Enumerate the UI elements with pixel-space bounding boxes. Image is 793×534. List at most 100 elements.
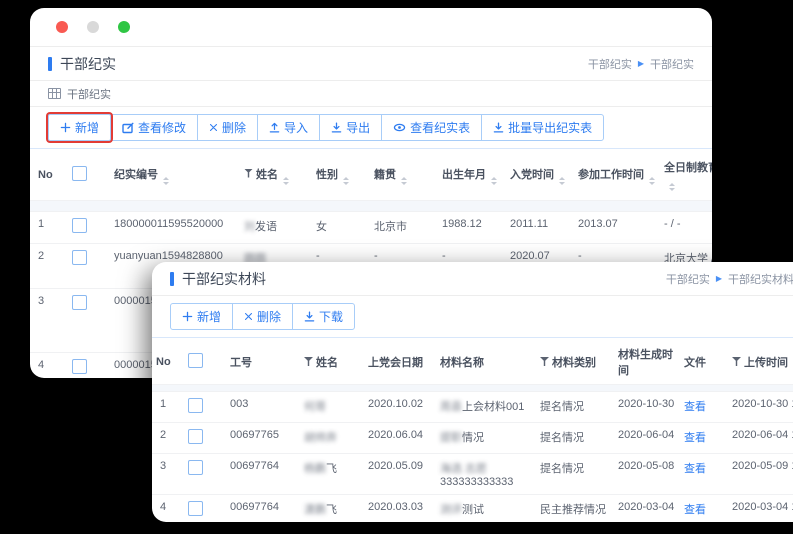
plus-button[interactable]: 新增 [48, 114, 111, 141]
sort-carets-icon[interactable] [283, 177, 289, 185]
column-label: 全日制教育 [664, 162, 712, 174]
column-header-birth-date[interactable]: 出生年月 [438, 149, 506, 201]
cell-material-type: 提名情况 [536, 392, 614, 423]
close-button[interactable]: 删除 [232, 303, 293, 330]
filter-icon[interactable] [304, 357, 313, 366]
download-button[interactable]: 下载 [292, 303, 355, 330]
row-checkbox[interactable] [188, 429, 203, 444]
column-label: 材料生成时间 [618, 349, 673, 377]
cell-fulltime-education: - / - [660, 212, 712, 244]
row-checkbox[interactable] [188, 398, 203, 413]
upload-button[interactable]: 导入 [257, 114, 320, 141]
close-button[interactable]: 删除 [197, 114, 258, 141]
cell-material-name: 周县上会材料001 [436, 392, 536, 423]
cell-material-gen-time: 2020-05-08 [614, 454, 680, 495]
column-header-fulltime-education[interactable]: 全日制教育 [660, 149, 712, 201]
column-label: 工号 [230, 357, 252, 369]
breadcrumb-item[interactable]: 干部纪实 [650, 56, 694, 72]
header-band [152, 385, 793, 392]
cell-check [184, 392, 226, 423]
column-header-material-type[interactable]: 材料类别 [536, 338, 614, 385]
breadcrumb: 干部纪实 ▶ 干部纪实 [588, 56, 694, 72]
column-label: 上党会日期 [368, 357, 423, 369]
cell-file: 查看 [680, 495, 728, 523]
row-checkbox[interactable] [188, 501, 203, 516]
eye-button[interactable]: 查看纪实表 [381, 114, 482, 141]
cell-material-type: 提名情况 [536, 454, 614, 495]
close-icon [244, 312, 253, 321]
cell-text: 测试 [462, 504, 484, 516]
cell-gender: 女 [312, 212, 370, 244]
column-header-name[interactable]: 姓名 [240, 149, 312, 201]
cell-upload-time: 2020-03-04 13:44:28 [728, 495, 793, 523]
filter-icon[interactable] [732, 357, 741, 366]
sort-carets-icon[interactable] [649, 177, 655, 185]
edit-button[interactable]: 查看修改 [110, 114, 198, 141]
column-header-native-place[interactable]: 籍贯 [370, 149, 438, 201]
breadcrumb-item[interactable]: 干部纪实 [666, 271, 710, 287]
view-file-link[interactable]: 查看 [684, 463, 706, 475]
column-header-join-party-date[interactable]: 入党时间 [506, 149, 574, 201]
plus-button[interactable]: 新增 [170, 303, 233, 330]
cell-text: 飞 [326, 463, 337, 475]
filter-icon[interactable] [244, 169, 253, 178]
download-icon [331, 122, 342, 133]
column-header-start-work-date[interactable]: 参加工作时间 [574, 149, 660, 201]
redacted-text: 潇鹏 [304, 504, 326, 516]
minimize-window-button[interactable] [87, 21, 99, 33]
column-header-no: No [152, 338, 184, 385]
select-all-checkbox[interactable] [72, 166, 87, 181]
select-all-checkbox[interactable] [188, 353, 203, 368]
header-band [30, 201, 712, 212]
cell-employee-id: 00697764 [226, 495, 300, 523]
cell-text: 飞 [326, 504, 337, 516]
redacted-text: 提职 [440, 432, 462, 444]
sort-carets-icon[interactable] [669, 183, 675, 191]
row-checkbox[interactable] [188, 460, 203, 475]
row-checkbox[interactable] [72, 218, 87, 233]
column-label: 姓名 [316, 357, 338, 369]
sort-carets-icon[interactable] [163, 177, 169, 185]
column-header-record-id[interactable]: 纪实编号 [110, 149, 240, 201]
upload-icon [269, 122, 280, 133]
view-file-link[interactable]: 查看 [684, 432, 706, 444]
button-label: 新增 [75, 119, 99, 136]
panel-header: 干部纪实 [30, 81, 712, 107]
close-window-button[interactable] [56, 21, 68, 33]
filter-icon[interactable] [540, 357, 549, 366]
column-header-check[interactable] [184, 338, 226, 385]
button-label: 查看纪实表 [410, 119, 470, 136]
cell-material-name: 海选 志愿333333333333 [436, 454, 536, 495]
download-icon [493, 122, 504, 133]
title-accent-bar [170, 272, 174, 286]
breadcrumb-item[interactable]: 干部纪实 [588, 56, 632, 72]
redacted-text: 测评 [440, 504, 462, 516]
sort-carets-icon[interactable] [559, 177, 565, 185]
redacted-text: 胡帅弃 [304, 432, 337, 444]
cell-employee-id: 003 [226, 392, 300, 423]
sort-carets-icon[interactable] [343, 177, 349, 185]
row-checkbox[interactable] [72, 295, 87, 310]
button-label: 新增 [197, 308, 221, 325]
button-label: 删除 [257, 308, 281, 325]
plus-icon [60, 122, 71, 133]
download-icon [304, 311, 315, 322]
download-button[interactable]: 导出 [319, 114, 382, 141]
view-file-link[interactable]: 查看 [684, 401, 706, 413]
maximize-window-button[interactable] [118, 21, 130, 33]
column-header-name[interactable]: 姓名 [300, 338, 364, 385]
sort-carets-icon[interactable] [491, 177, 497, 185]
view-file-link[interactable]: 查看 [684, 504, 706, 516]
column-header-upload-time[interactable]: 上传时间 [728, 338, 793, 385]
column-header-gender[interactable]: 性别 [312, 149, 370, 201]
column-header-no: No [30, 149, 68, 201]
column-header-check[interactable] [68, 149, 110, 201]
back-toolbar: 新增查看修改删除导入导出 查看纪实表批量导出纪实表 [30, 107, 712, 149]
download-button[interactable]: 批量导出纪实表 [481, 114, 604, 141]
table-row: 1003何哥2020.10.02周县上会材料001提名情况2020-10-30查… [152, 392, 793, 423]
row-checkbox[interactable] [72, 250, 87, 265]
row-checkbox[interactable] [72, 359, 87, 374]
breadcrumb-item[interactable]: 干部纪实材料 [728, 271, 793, 287]
cell-no: 2 [152, 423, 184, 454]
sort-carets-icon[interactable] [401, 177, 407, 185]
